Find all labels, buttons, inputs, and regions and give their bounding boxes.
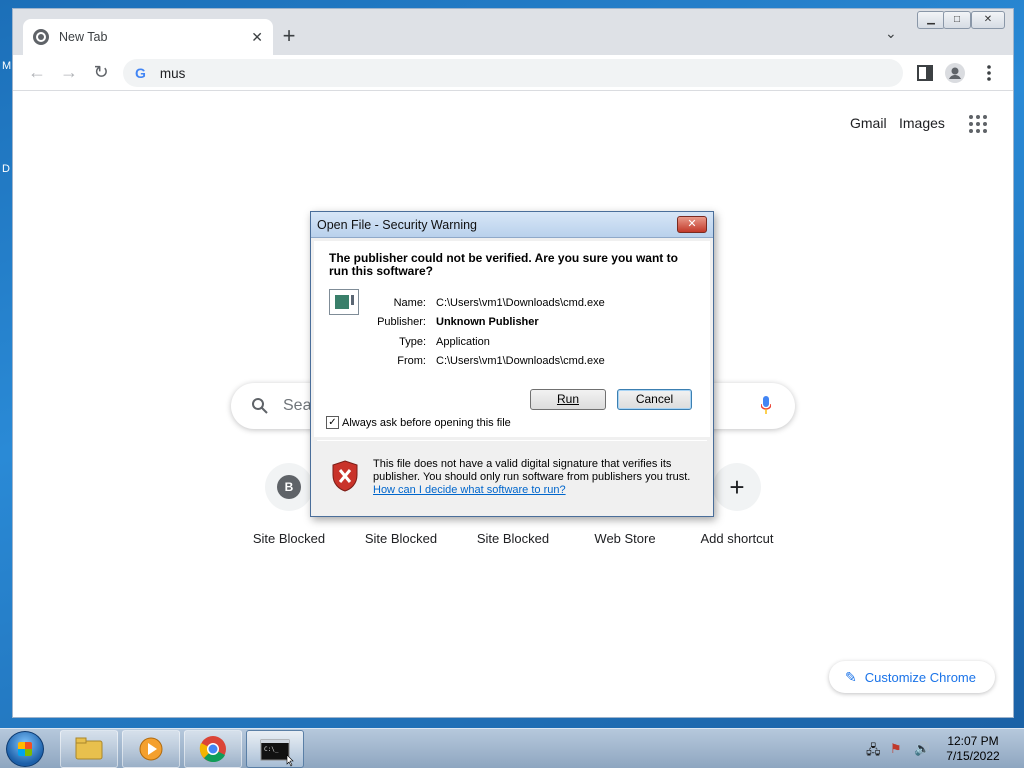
- site-letter-icon: B: [277, 475, 301, 499]
- pencil-icon: ✎: [845, 668, 857, 685]
- folder-icon: [75, 737, 103, 760]
- dialog-title: Open File - Security Warning: [317, 217, 478, 232]
- name-value: C:\Users\vm1\Downloads\cmd.exe: [436, 297, 605, 309]
- windows-logo-icon: [18, 742, 32, 756]
- gmail-link[interactable]: Gmail: [850, 115, 887, 131]
- chrome-taskbar-button[interactable]: [184, 730, 242, 768]
- security-shield-icon: [332, 460, 358, 492]
- security-warning-dialog: Open File - Security Warning ✕ The publi…: [310, 211, 714, 517]
- type-value: Application: [436, 336, 490, 348]
- publisher-label: Publisher:: [377, 316, 426, 328]
- address-bar[interactable]: G mus: [123, 59, 903, 87]
- shortcut-label: Site Blocked: [476, 531, 550, 546]
- application-icon: [329, 289, 359, 315]
- microphone-icon[interactable]: [761, 396, 771, 414]
- menu-kebab-icon[interactable]: [979, 63, 999, 83]
- customize-chrome-button[interactable]: ✎ Customize Chrome: [829, 661, 995, 693]
- back-arrow-icon[interactable]: ←: [25, 61, 49, 85]
- name-label: Name:: [393, 297, 426, 309]
- new-tab-button[interactable]: +: [275, 23, 303, 51]
- google-g-icon: G: [135, 65, 146, 81]
- help-link[interactable]: How can I decide what software to run?: [373, 484, 699, 497]
- type-label: Type:: [399, 336, 426, 348]
- signature-warning: This file does not have a valid digital …: [373, 458, 699, 497]
- always-ask-label: Always ask before opening this file: [342, 416, 511, 429]
- search-icon: [252, 398, 268, 414]
- minimize-button[interactable]: ▁: [917, 11, 945, 29]
- tab-strip: New Tab ✕ + ⌄ ▁ □ ✕: [13, 9, 1013, 55]
- tab-close-icon[interactable]: ✕: [251, 29, 263, 46]
- address-text: mus: [159, 65, 186, 81]
- windows-taskbar: C:\_ 🖧 ⚑ 🔊 12:07 PM 7/15/2022: [0, 728, 1024, 768]
- system-clock[interactable]: 12:07 PM 7/15/2022: [936, 734, 1010, 764]
- always-ask-checkbox[interactable]: ✓: [326, 416, 339, 429]
- chrome-icon: [199, 736, 226, 763]
- dialog-close-button[interactable]: ✕: [677, 216, 707, 233]
- network-icon[interactable]: 🖧: [866, 741, 881, 763]
- dialog-titlebar[interactable]: Open File - Security Warning: [311, 212, 713, 238]
- shortcut-label: Add shortcut: [700, 531, 774, 546]
- profile-avatar-icon[interactable]: [945, 63, 965, 83]
- action-center-flag-icon[interactable]: ⚑: [890, 741, 902, 757]
- images-link[interactable]: Images: [899, 115, 945, 131]
- shortcut-icon: +: [713, 463, 761, 511]
- warning-text: This file does not have a valid digital …: [373, 458, 691, 483]
- plus-icon: +: [729, 471, 745, 502]
- command-prompt-icon: C:\_: [260, 739, 294, 767]
- forward-arrow-icon[interactable]: →: [57, 61, 81, 85]
- maximize-button[interactable]: □: [943, 11, 971, 29]
- run-button-label: Run: [556, 392, 579, 406]
- reload-icon[interactable]: ↻: [89, 61, 113, 85]
- desktop-icon-label: D: [2, 163, 10, 175]
- customize-label: Customize Chrome: [864, 669, 976, 685]
- close-window-button[interactable]: ✕: [971, 11, 1005, 29]
- tab-search-chevron-icon[interactable]: ⌄: [885, 25, 897, 42]
- dialog-divider: [317, 440, 707, 441]
- tab-new-tab[interactable]: New Tab ✕: [23, 19, 273, 55]
- run-button[interactable]: Run: [530, 389, 606, 410]
- chrome-favicon-icon: [33, 29, 49, 45]
- tab-title: New Tab: [59, 30, 108, 44]
- google-apps-icon[interactable]: [969, 115, 987, 133]
- cmd-taskbar-button[interactable]: C:\_: [246, 730, 304, 768]
- search-placeholder: Sea: [283, 397, 312, 414]
- desktop-icon-label: M: [2, 60, 12, 72]
- from-value: C:\Users\vm1\Downloads\cmd.exe: [436, 355, 605, 367]
- volume-icon[interactable]: 🔊: [914, 741, 930, 757]
- clock-date: 7/15/2022: [946, 749, 1000, 763]
- publisher-value[interactable]: Unknown Publisher: [436, 316, 539, 328]
- side-panel-icon[interactable]: [915, 63, 935, 83]
- media-player-icon: [139, 737, 163, 761]
- clock-time: 12:07 PM: [947, 734, 999, 748]
- shortcut-label: Web Store: [594, 531, 656, 546]
- dialog-heading: The publisher could not be verified. Are…: [329, 251, 678, 278]
- svg-text:C:\_: C:\_: [264, 746, 279, 753]
- media-player-taskbar-button[interactable]: [122, 730, 180, 768]
- shortcut-label: Site Blocked: [252, 531, 326, 546]
- always-ask-checkbox-row[interactable]: ✓ Always ask before opening this file: [326, 416, 511, 429]
- start-button[interactable]: [6, 731, 44, 767]
- explorer-taskbar-button[interactable]: [60, 730, 118, 768]
- shortcut-label: Site Blocked: [364, 531, 438, 546]
- dialog-details-panel: The publisher could not be verified. Are…: [314, 241, 710, 437]
- from-label: From:: [397, 355, 426, 367]
- shortcut-icon: B: [265, 463, 313, 511]
- browser-toolbar: ← → ↻ G mus: [13, 55, 1013, 91]
- cancel-button[interactable]: Cancel: [617, 389, 692, 410]
